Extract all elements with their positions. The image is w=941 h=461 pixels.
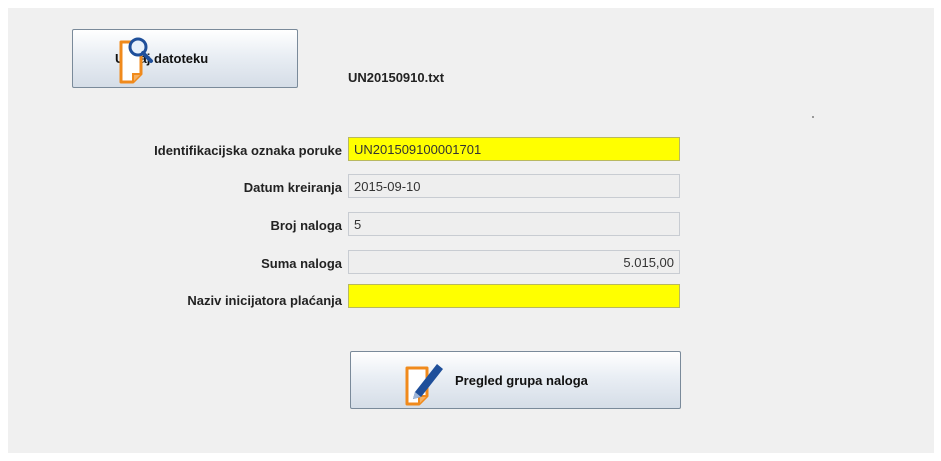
- view-order-groups-button-label: Pregled grupa naloga: [455, 372, 588, 388]
- document-edit-icon: [401, 358, 447, 411]
- initiator-name-field[interactable]: [348, 284, 680, 308]
- label-order-count: Broj naloga: [270, 218, 342, 233]
- order-sum-field[interactable]: 5.015,00: [348, 250, 680, 274]
- label-creation-date: Datum kreiranja: [243, 180, 342, 195]
- order-count-field[interactable]: 5: [348, 212, 680, 236]
- stray-dot: [812, 116, 814, 118]
- loaded-file-name: UN20150910.txt: [348, 70, 445, 85]
- label-initiator-name: Naziv inicijatora plaćanja: [187, 293, 342, 308]
- view-order-groups-button[interactable]: Pregled grupa naloga: [350, 351, 681, 409]
- creation-date-field[interactable]: 2015-09-10: [348, 174, 680, 198]
- message-id-field[interactable]: UN201509100001701: [348, 137, 680, 161]
- document-search-icon: [113, 34, 155, 89]
- label-order-sum: Suma naloga: [261, 256, 342, 271]
- load-file-button[interactable]: Učitaj datoteku: [72, 29, 298, 88]
- label-message-id: Identifikacijska oznaka poruke: [154, 143, 342, 158]
